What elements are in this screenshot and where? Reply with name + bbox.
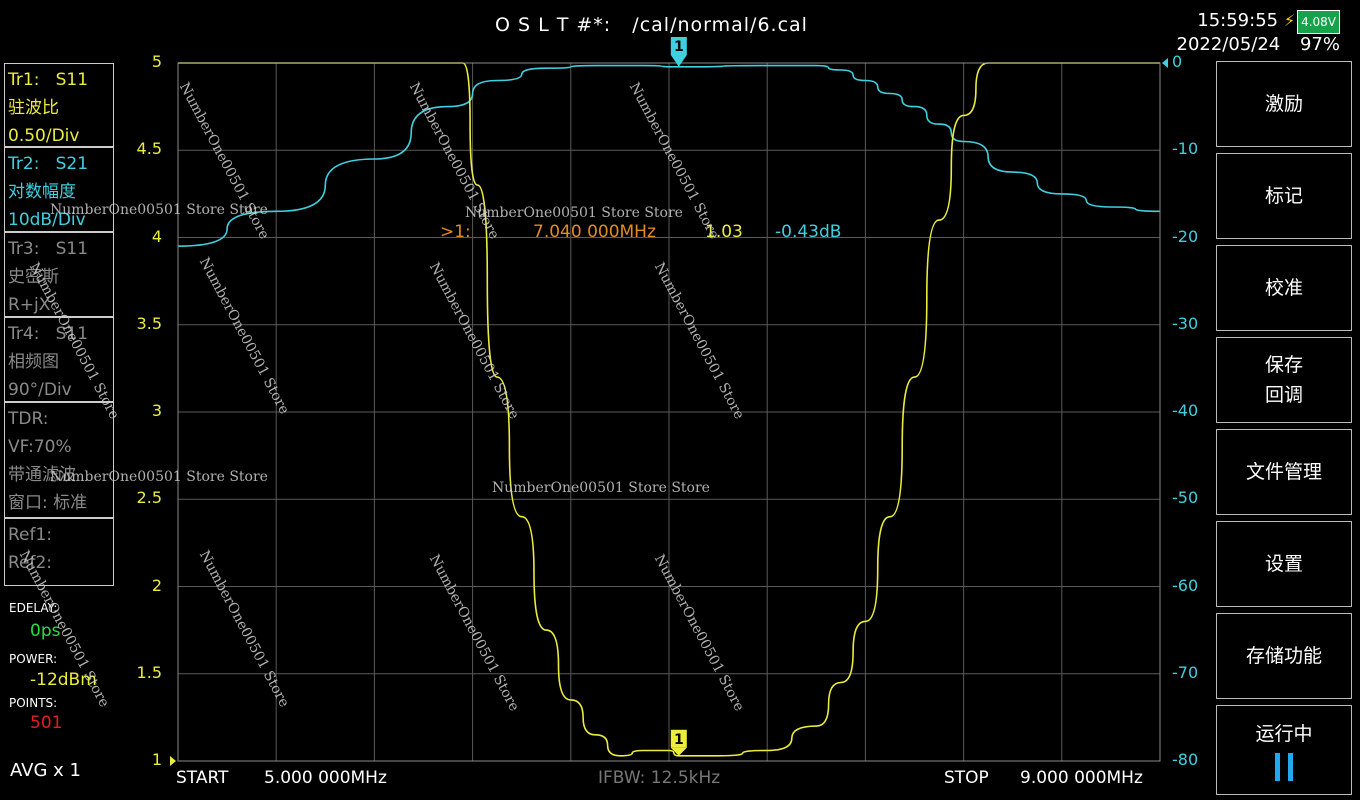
right-axis-tick-label: -80 (1172, 750, 1199, 769)
pause-icon (1275, 753, 1293, 781)
softkey-label: 存储功能 (1245, 645, 1322, 667)
marker-readout-db: -0.43dB (775, 222, 842, 242)
softkey-label: 标记 (1264, 185, 1303, 207)
right-axis-tick-label: -10 (1172, 139, 1199, 159)
left-axis-tick-label: 5 (151, 52, 162, 71)
softkey-stimulus[interactable]: 激励 (1216, 61, 1352, 147)
watermark-text: NumberOne00501 Store Store (492, 480, 710, 496)
marker-1-s21-label: 1 (674, 39, 684, 55)
softkey-label: 校准 (1264, 277, 1303, 299)
marker-1-s21-pointer (670, 55, 687, 67)
left-axis-tick-label: 2.5 (136, 488, 162, 508)
start-frequency[interactable]: 5.000 000MHz (264, 768, 387, 788)
right-axis-tick-label: -40 (1172, 401, 1199, 420)
softkey-save-recall[interactable]: 保存 回调 (1216, 337, 1352, 423)
watermark-text: NumberOne00501 Store Store (465, 205, 683, 221)
left-axis-tick-label: 1.5 (136, 662, 162, 682)
left-axis-tick-label: 1 (151, 750, 162, 769)
softkey-storage[interactable]: 存储功能 (1216, 613, 1352, 699)
marker-readout-freq: 7.040 000MHz (533, 222, 656, 242)
softkey-label: 保存 回调 (1264, 354, 1303, 406)
softkey-label: 激励 (1264, 93, 1303, 115)
left-axis-tick-label: 2 (151, 575, 162, 595)
stop-frequency[interactable]: 9.000 000MHz (1020, 768, 1143, 788)
right-axis-tick-label: 0 (1172, 52, 1183, 71)
softkey-settings[interactable]: 设置 (1216, 521, 1352, 607)
softkey-label: 设置 (1264, 553, 1303, 575)
softkey-run-pause[interactable]: 运行中 (1216, 705, 1352, 795)
softkey-label: 运行中 (1255, 723, 1313, 745)
softkey-file-manager[interactable]: 文件管理 (1216, 429, 1352, 515)
left-reference-arrow (170, 756, 176, 766)
right-reference-arrow (1162, 58, 1168, 68)
softkey-label: 文件管理 (1245, 461, 1322, 483)
left-axis-tick-label: 4.5 (136, 139, 162, 159)
stop-label: STOP (944, 768, 989, 788)
left-axis-tick-label: 3.5 (136, 313, 162, 333)
marker-1-s11-label: 1 (674, 732, 684, 748)
right-axis-tick-label: -20 (1172, 226, 1199, 246)
left-axis-tick-label: 4 (151, 226, 162, 246)
right-axis-tick-label: -30 (1172, 313, 1199, 333)
right-axis-tick-label: -70 (1172, 662, 1199, 682)
start-label: START (176, 768, 229, 788)
softkey-marker[interactable]: 标记 (1216, 153, 1352, 239)
right-axis-tick-label: -60 (1172, 575, 1199, 595)
watermark-text: NumberOne00501 Store Store (50, 202, 268, 218)
ifbw-readout[interactable]: IFBW: 12.5kHz (598, 768, 720, 788)
left-axis-tick-label: 3 (151, 401, 162, 420)
right-axis-tick-label: -50 (1172, 488, 1199, 508)
softkey-calibration[interactable]: 校准 (1216, 245, 1352, 331)
marker-readout-prefix: >1: (440, 222, 471, 242)
watermark-text: NumberOne00501 Store Store (50, 469, 268, 485)
